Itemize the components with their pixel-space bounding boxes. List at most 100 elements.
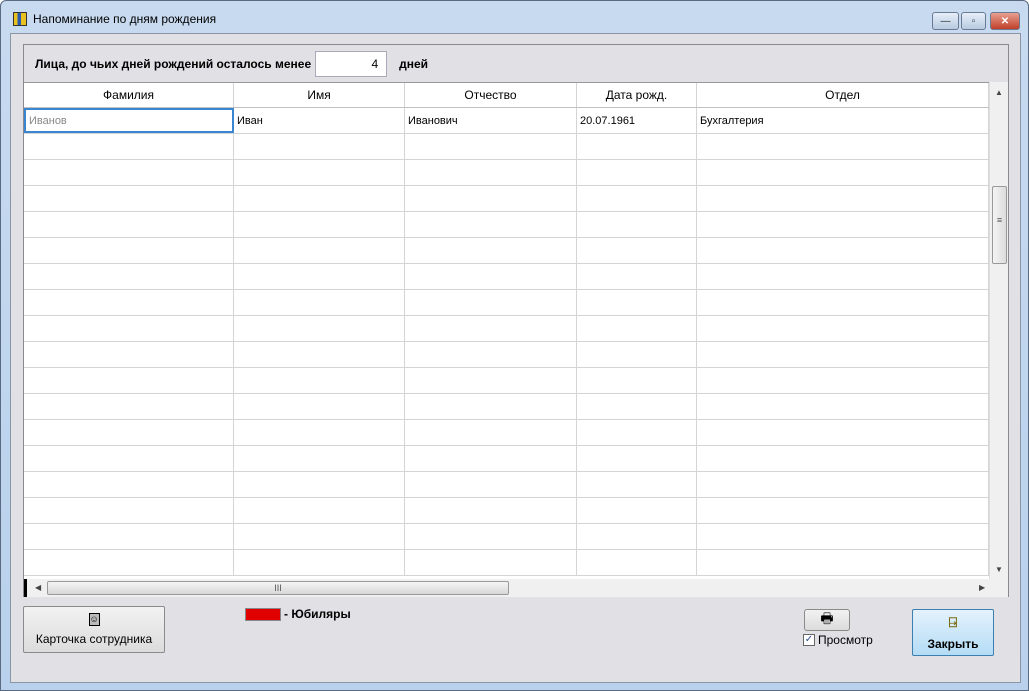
scroll-right-icon[interactable]: ▶ (979, 583, 985, 592)
table-cell[interactable] (234, 264, 405, 289)
table-cell[interactable] (697, 238, 989, 263)
scroll-left-icon[interactable]: ◀ (35, 583, 41, 592)
table-cell[interactable] (24, 186, 234, 211)
table-cell[interactable] (24, 290, 234, 315)
table-cell[interactable] (697, 394, 989, 419)
table-cell[interactable] (405, 160, 577, 185)
table-row[interactable] (24, 394, 989, 420)
table-row[interactable] (24, 550, 989, 576)
table-cell[interactable] (577, 212, 697, 237)
table-cell[interactable] (24, 212, 234, 237)
table-cell[interactable] (697, 186, 989, 211)
minimize-button[interactable]: — (932, 12, 959, 30)
table-cell[interactable] (405, 212, 577, 237)
table-row[interactable] (24, 498, 989, 524)
table-cell[interactable] (24, 238, 234, 263)
table-cell[interactable] (405, 342, 577, 367)
table-cell[interactable] (24, 498, 234, 523)
vertical-scroll-thumb[interactable]: ≡ (992, 186, 1007, 264)
table-cell[interactable] (234, 420, 405, 445)
column-header[interactable]: Отчество (405, 83, 577, 107)
table-cell[interactable] (234, 134, 405, 159)
table-cell[interactable] (405, 498, 577, 523)
table-row[interactable] (24, 290, 989, 316)
table-cell[interactable] (405, 290, 577, 315)
table-cell[interactable] (577, 446, 697, 471)
table-cell[interactable] (24, 160, 234, 185)
table-cell[interactable] (234, 550, 405, 575)
table-cell[interactable] (697, 316, 989, 341)
table-cell[interactable] (577, 498, 697, 523)
table-row[interactable] (24, 316, 989, 342)
table-cell[interactable] (697, 160, 989, 185)
table-row[interactable] (24, 472, 989, 498)
table-cell[interactable] (577, 342, 697, 367)
table-cell[interactable] (24, 524, 234, 549)
table-cell[interactable] (405, 368, 577, 393)
table-cell[interactable] (24, 342, 234, 367)
table-cell[interactable] (24, 420, 234, 445)
table-cell[interactable] (697, 342, 989, 367)
table-cell[interactable] (234, 316, 405, 341)
table-row[interactable] (24, 238, 989, 264)
horizontal-scroll-thumb[interactable]: III (47, 581, 509, 595)
table-cell[interactable] (405, 394, 577, 419)
table-cell[interactable]: Иванович (405, 108, 577, 133)
table-row[interactable] (24, 264, 989, 290)
table-cell[interactable] (577, 472, 697, 497)
table-cell[interactable] (234, 446, 405, 471)
table-cell[interactable] (697, 498, 989, 523)
print-button[interactable]: 🖶 (804, 609, 850, 631)
table-cell[interactable]: Иван (234, 108, 405, 133)
table-cell[interactable] (577, 368, 697, 393)
table-cell[interactable] (24, 472, 234, 497)
table-cell[interactable]: Иванов (24, 108, 234, 133)
days-input[interactable]: 4 (315, 50, 388, 77)
table-cell[interactable] (234, 212, 405, 237)
table-cell[interactable] (234, 472, 405, 497)
table-cell[interactable] (405, 134, 577, 159)
table-row[interactable] (24, 186, 989, 212)
column-header[interactable]: Отдел (697, 83, 989, 107)
vertical-scrollbar[interactable]: ▲ ≡ ▼ (989, 82, 1008, 579)
table-row[interactable] (24, 160, 989, 186)
column-header[interactable]: Имя (234, 83, 405, 107)
table-cell[interactable] (697, 290, 989, 315)
table-cell[interactable] (234, 368, 405, 393)
preview-checkbox[interactable]: ✓ Просмотр (803, 633, 873, 647)
table-cell[interactable] (234, 498, 405, 523)
table-cell[interactable] (24, 316, 234, 341)
table-cell[interactable]: 20.07.1961 (577, 108, 697, 133)
table-cell[interactable] (24, 550, 234, 575)
table-cell[interactable] (697, 264, 989, 289)
scroll-down-icon[interactable]: ▼ (995, 565, 1003, 574)
table-cell[interactable] (577, 160, 697, 185)
table-cell[interactable] (405, 472, 577, 497)
table-row[interactable] (24, 420, 989, 446)
table-cell[interactable] (697, 420, 989, 445)
table-row[interactable] (24, 524, 989, 550)
preview-check-icon[interactable]: ✓ (803, 634, 815, 646)
table-cell[interactable]: Бухгалтерия (697, 108, 989, 133)
table-row[interactable]: Иванов Иван Иванович 20.07.1961 Бухгалтерия (24, 108, 989, 134)
table-cell[interactable] (577, 290, 697, 315)
table-cell[interactable] (234, 342, 405, 367)
scroll-up-icon[interactable]: ▲ (995, 88, 1003, 97)
table-cell[interactable] (577, 420, 697, 445)
table-cell[interactable] (577, 186, 697, 211)
table-cell[interactable] (405, 550, 577, 575)
table-row[interactable] (24, 446, 989, 472)
table-cell[interactable] (697, 134, 989, 159)
table-cell[interactable] (697, 212, 989, 237)
table-cell[interactable] (697, 550, 989, 575)
table-cell[interactable] (697, 524, 989, 549)
table-cell[interactable] (24, 134, 234, 159)
table-cell[interactable] (234, 160, 405, 185)
table-cell[interactable] (405, 446, 577, 471)
table-cell[interactable] (577, 550, 697, 575)
table-cell[interactable] (234, 238, 405, 263)
horizontal-scrollbar[interactable]: ◀ III ▶ (24, 579, 1008, 597)
table-cell[interactable] (24, 264, 234, 289)
column-header[interactable]: Фамилия (24, 83, 234, 107)
table-cell[interactable] (405, 238, 577, 263)
